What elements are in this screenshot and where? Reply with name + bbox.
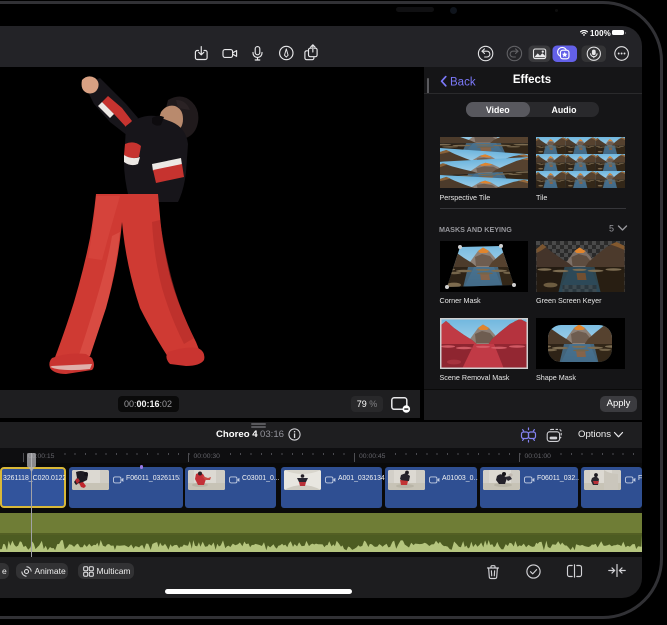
svg-text:5: 5 [609,223,614,233]
